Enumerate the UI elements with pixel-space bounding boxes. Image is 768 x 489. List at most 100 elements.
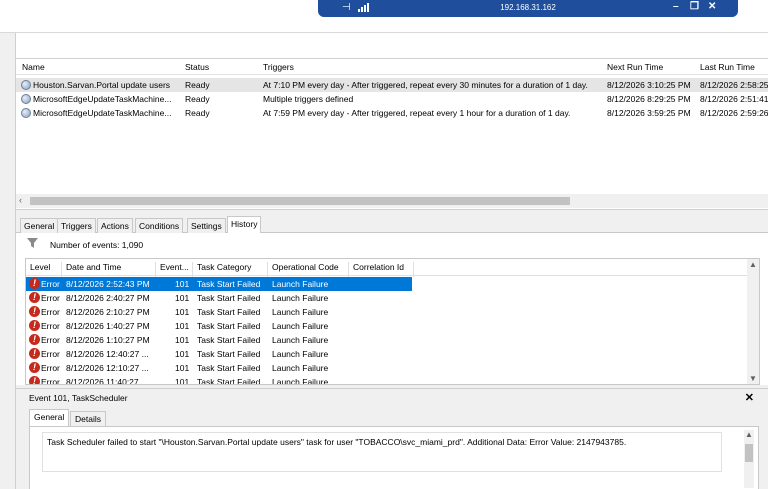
event-id: 101: [175, 349, 190, 359]
history-panel: Number of events: 1,090 Level Date and T…: [16, 233, 768, 385]
task-icon: [21, 108, 31, 118]
event-category: Task Start Failed: [197, 307, 261, 317]
column-header-status[interactable]: Status: [185, 62, 209, 72]
error-icon: !: [29, 320, 40, 331]
event-datetime: 8/12/2026 2:10:27 PM: [66, 307, 150, 317]
event-datetime: 8/12/2026 1:40:27 PM: [66, 321, 150, 331]
error-icon: !: [29, 292, 40, 303]
task-list-header: Name Status Triggers Next Run Time Last …: [16, 59, 768, 75]
tab-actions[interactable]: Actions: [97, 218, 133, 233]
history-row[interactable]: ! Error 8/12/2026 11:40:27 ... 101 Task …: [26, 375, 412, 385]
column-header-operational-code[interactable]: Operational Code: [268, 262, 349, 277]
task-triggers: Multiple triggers defined: [263, 94, 354, 104]
history-row[interactable]: ! Error 8/12/2026 12:40:27 ... 101 Task …: [26, 347, 412, 361]
event-category: Task Start Failed: [197, 321, 261, 331]
event-datetime: 8/12/2026 11:40:27 ...: [66, 377, 149, 385]
tab-history[interactable]: History: [227, 216, 262, 234]
history-row[interactable]: ! Error 8/12/2026 1:10:27 PM 101 Task St…: [26, 333, 412, 347]
event-id: 101: [175, 363, 190, 373]
task-last-run: 8/12/2026 2:51:41: [700, 94, 768, 104]
column-header-correlation-id[interactable]: Correlation Id: [349, 262, 414, 277]
task-name: MicrosoftEdgeUpdateTaskMachine...: [33, 94, 172, 104]
history-table-header: Level Date and Time Event... Task Catego…: [26, 259, 759, 277]
filter-icon[interactable]: [27, 238, 38, 248]
event-datetime: 8/12/2026 1:10:27 PM: [66, 335, 150, 345]
event-category: Task Start Failed: [197, 363, 261, 373]
history-row[interactable]: ! Error 8/12/2026 2:52:43 PM 101 Task St…: [26, 277, 412, 291]
task-icon: [21, 80, 31, 90]
event-datetime: 8/12/2026 12:10:27 ...: [66, 363, 149, 373]
event-datetime: 8/12/2026 2:52:43 PM: [66, 279, 150, 289]
event-datetime: 8/12/2026 2:40:27 PM: [66, 293, 150, 303]
event-id: 101: [175, 321, 190, 331]
event-op-code: Launch Failure: [272, 293, 329, 303]
scroll-down-icon[interactable]: ▼: [749, 374, 757, 383]
scroll-up-icon[interactable]: ▲: [745, 430, 753, 439]
task-row[interactable]: MicrosoftEdgeUpdateTaskMachine... Ready …: [16, 92, 768, 106]
column-header-level[interactable]: Level: [26, 262, 62, 277]
remote-connection-bar[interactable]: ⊣ 192.168.31.162 – ❐ ✕: [318, 0, 738, 17]
column-header-event-id[interactable]: Event...: [156, 262, 193, 277]
event-category: Task Start Failed: [197, 349, 261, 359]
event-level: Error: [41, 321, 60, 331]
event-id: 101: [175, 293, 190, 303]
event-category: Task Start Failed: [197, 335, 261, 345]
column-header-date-time[interactable]: Date and Time: [62, 262, 156, 277]
scrollbar-thumb[interactable]: [30, 197, 570, 205]
event-id: 101: [175, 279, 190, 289]
tab-triggers[interactable]: Triggers: [57, 218, 96, 233]
task-last-run: 8/12/2026 2:58:25: [700, 80, 768, 90]
error-icon: !: [29, 306, 40, 317]
error-icon: !: [29, 278, 40, 289]
history-row[interactable]: ! Error 8/12/2026 2:40:27 PM 101 Task St…: [26, 291, 412, 305]
task-triggers: At 7:10 PM every day - After triggered, …: [263, 80, 588, 90]
column-header-triggers[interactable]: Triggers: [263, 62, 294, 72]
scroll-left-icon[interactable]: ‹: [19, 195, 22, 205]
event-category: Task Start Failed: [197, 279, 261, 289]
event-datetime: 8/12/2026 12:40:27 ...: [66, 349, 149, 359]
event-count: Number of events: 1,090: [50, 240, 144, 250]
event-level: Error: [41, 307, 60, 317]
restore-button[interactable]: ❐: [690, 1, 699, 12]
task-row[interactable]: Houston.Sarvan.Portal update users Ready…: [16, 78, 768, 92]
toolbar-area: [0, 17, 768, 33]
history-row[interactable]: ! Error 8/12/2026 12:10:27 ... 101 Task …: [26, 361, 412, 375]
column-header-name[interactable]: Name: [22, 62, 45, 72]
error-icon: !: [29, 362, 40, 373]
event-level: Error: [41, 363, 60, 373]
event-op-code: Launch Failure: [272, 321, 329, 331]
tab-settings[interactable]: Settings: [187, 218, 226, 233]
detail-vertical-scrollbar[interactable]: ▲: [744, 430, 754, 488]
task-status: Ready: [185, 94, 210, 104]
column-header-next-run[interactable]: Next Run Time: [607, 62, 663, 72]
history-row[interactable]: ! Error 8/12/2026 2:10:27 PM 101 Task St…: [26, 305, 412, 319]
minimize-button[interactable]: –: [673, 1, 679, 12]
event-level: Error: [41, 293, 60, 303]
task-next-run: 8/12/2026 3:10:25 PM: [607, 80, 691, 90]
event-message[interactable]: Task Scheduler failed to start "\Houston…: [42, 432, 722, 472]
detail-tab-details[interactable]: Details: [70, 411, 106, 426]
tab-general[interactable]: General: [20, 218, 59, 233]
tab-conditions[interactable]: Conditions: [135, 218, 184, 233]
task-name: Houston.Sarvan.Portal update users: [33, 80, 171, 90]
close-icon[interactable]: ✕: [745, 391, 754, 404]
event-op-code: Launch Failure: [272, 349, 329, 359]
column-header-task-category[interactable]: Task Category: [193, 262, 268, 277]
history-vertical-scrollbar[interactable]: ▲ ▼: [747, 259, 759, 384]
task-row[interactable]: MicrosoftEdgeUpdateTaskMachine... Ready …: [16, 106, 768, 120]
history-row[interactable]: ! Error 8/12/2026 1:40:27 PM 101 Task St…: [26, 319, 412, 333]
detail-tab-general[interactable]: General: [29, 409, 70, 427]
task-status: Ready: [185, 80, 210, 90]
column-header-last-run[interactable]: Last Run Time: [700, 62, 755, 72]
task-last-run: 8/12/2026 2:59:26: [700, 108, 768, 118]
task-next-run: 8/12/2026 8:29:25 PM: [607, 94, 691, 104]
error-icon: !: [29, 334, 40, 345]
event-level: Error: [41, 377, 60, 385]
event-detail-body: Task Scheduler failed to start "\Houston…: [29, 426, 759, 489]
task-name: MicrosoftEdgeUpdateTaskMachine...: [33, 108, 172, 118]
scrollbar-thumb[interactable]: [745, 444, 753, 462]
event-op-code: Launch Failure: [272, 307, 329, 317]
task-list-horizontal-scrollbar[interactable]: ‹: [16, 194, 768, 208]
scroll-up-icon[interactable]: ▲: [749, 260, 757, 269]
close-button[interactable]: ✕: [708, 1, 716, 12]
